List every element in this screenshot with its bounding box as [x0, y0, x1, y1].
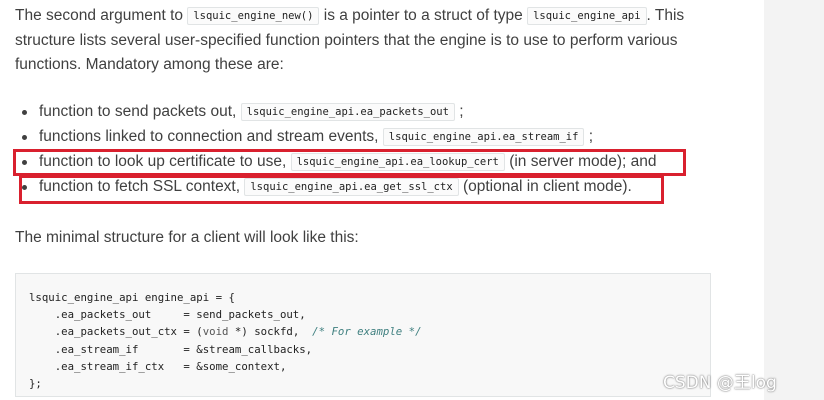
bullet-icon: [22, 135, 27, 140]
code-line: *) sockfd,: [228, 325, 313, 339]
highlight-box-lookup-cert: [13, 149, 686, 176]
bullet-suffix: ;: [454, 103, 464, 120]
code-comment: /* For example */: [312, 325, 422, 339]
inline-code: lsquic_engine_api.ea_packets_out: [240, 103, 455, 121]
right-sidebar-strip: [764, 0, 824, 400]
code-block: lsquic_engine_api engine_api = { .ea_pac…: [15, 273, 711, 397]
code-line: .ea_stream_if = &stream_callbacks,: [29, 342, 313, 356]
intro-line-1: The second argument to lsquic_engine_new…: [15, 3, 684, 29]
intro-text: is a pointer to a struct of type: [319, 7, 528, 24]
intro-line-2: structure lists several user-specified f…: [15, 32, 678, 49]
code-line: .ea_stream_if_ctx = &some_context,: [29, 359, 287, 373]
code-line: .ea_packets_out = send_packets_out,: [29, 308, 306, 322]
inline-code-engine-new: lsquic_engine_new(): [187, 7, 320, 25]
code-line: lsquic_engine_api engine_api = {: [29, 291, 235, 304]
inline-code-engine-api: lsquic_engine_api: [527, 7, 647, 25]
minimal-structure-text: The minimal structure for a client will …: [15, 229, 359, 246]
bullet-text: function to send packets out,: [39, 103, 241, 120]
code-line: .ea_packets_out_ctx = (: [29, 325, 203, 339]
inline-code: lsquic_engine_api.ea_stream_if: [382, 128, 585, 146]
code-keyword: void: [202, 325, 229, 339]
intro-text: The second argument to: [15, 7, 188, 24]
list-item: functions linked to connection and strea…: [15, 124, 657, 149]
bullet-icon: [22, 110, 27, 115]
list-item: function to send packets out, lsquic_eng…: [15, 99, 657, 124]
intro-text: . This: [646, 7, 685, 24]
code-listing: lsquic_engine_api engine_api = { .ea_pac…: [29, 289, 422, 392]
csdn-watermark: CSDN @王log: [663, 373, 777, 393]
intro-line-3: functions. Mandatory among these are:: [15, 56, 284, 73]
bullet-suffix: ;: [584, 128, 594, 145]
highlight-box-ssl-ctx: [19, 175, 664, 204]
code-line: };: [29, 377, 42, 391]
bullet-text: functions linked to connection and strea…: [39, 128, 383, 145]
